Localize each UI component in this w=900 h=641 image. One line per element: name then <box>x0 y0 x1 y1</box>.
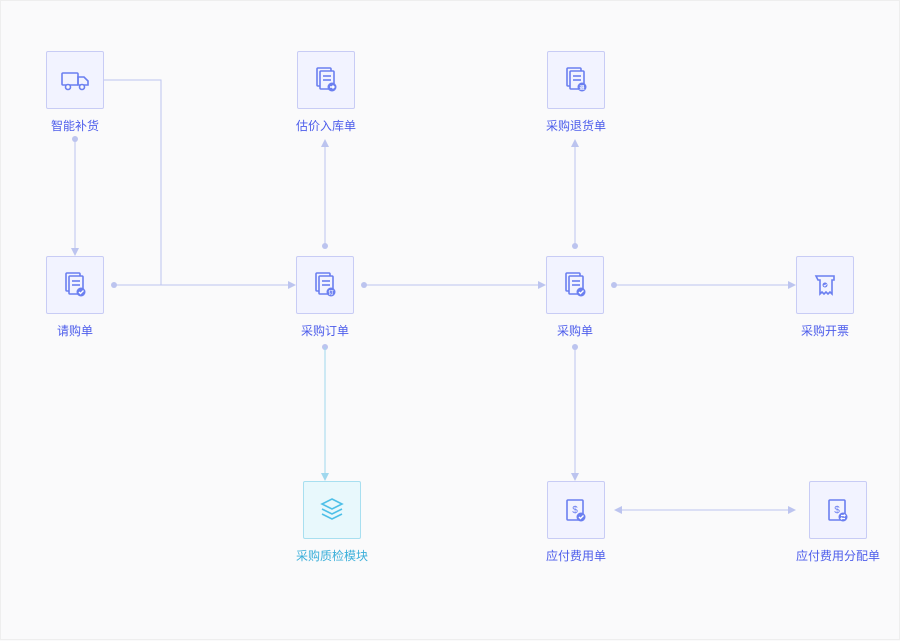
node-invoice[interactable]: 采购开票 <box>796 256 854 339</box>
svg-text:$: $ <box>834 505 840 516</box>
svg-text:订: 订 <box>328 290 333 297</box>
money-check-icon: $ <box>547 481 605 539</box>
node-request[interactable]: 请购单 <box>46 256 104 339</box>
connectors-layer <box>1 1 900 641</box>
node-purchase-order[interactable]: 订 采购订单 <box>296 256 354 339</box>
doc-return-icon: 退 <box>547 51 605 109</box>
doc-order-icon: 订 <box>296 256 354 314</box>
node-label: 请购单 <box>57 322 93 339</box>
node-qc-module[interactable]: 采购质检模块 <box>296 481 368 564</box>
invoice-icon <box>796 256 854 314</box>
node-smart-replenish[interactable]: 智能补货 <box>46 51 104 134</box>
truck-icon <box>46 51 104 109</box>
doc-check-icon <box>46 256 104 314</box>
node-label: 采购单 <box>557 322 593 339</box>
node-label: 采购订单 <box>301 322 349 339</box>
node-allocate[interactable]: $ 应付费用分配单 <box>796 481 880 564</box>
node-label: 智能补货 <box>51 117 99 134</box>
doc-check-icon <box>546 256 604 314</box>
node-estimate-in[interactable]: 估价入库单 <box>296 51 356 134</box>
node-label: 估价入库单 <box>296 117 356 134</box>
svg-text:$: $ <box>572 505 578 516</box>
node-return[interactable]: 退 采购退货单 <box>546 51 606 134</box>
layers-icon <box>303 481 361 539</box>
node-payable[interactable]: $ 应付费用单 <box>546 481 606 564</box>
node-label: 应付费用单 <box>546 547 606 564</box>
money-swap-icon: $ <box>809 481 867 539</box>
node-label: 采购开票 <box>801 322 849 339</box>
node-purchase[interactable]: 采购单 <box>546 256 604 339</box>
node-label: 采购退货单 <box>546 117 606 134</box>
svg-text:退: 退 <box>579 85 584 92</box>
node-label: 采购质检模块 <box>296 547 368 564</box>
doc-arrow-icon <box>297 51 355 109</box>
node-label: 应付费用分配单 <box>796 547 880 564</box>
